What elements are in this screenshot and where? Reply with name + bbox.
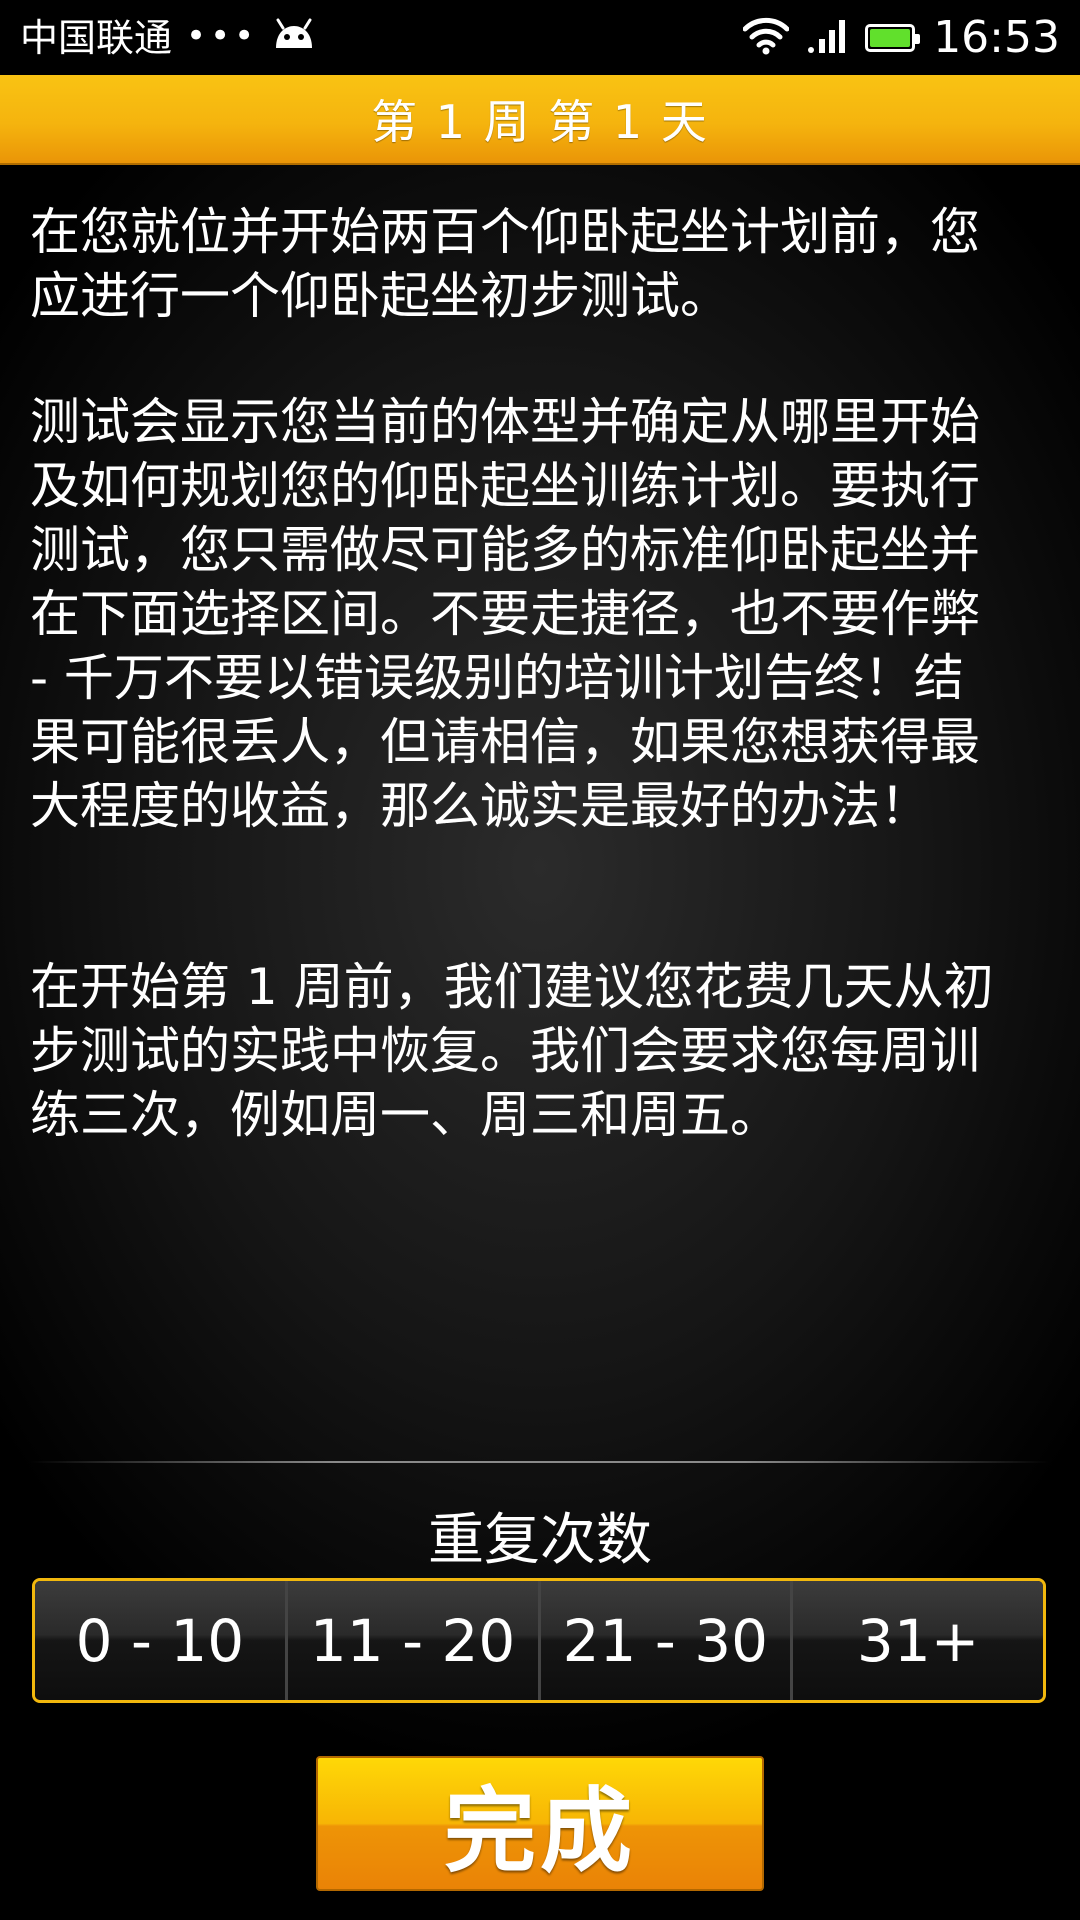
- main-content: 在您就位并开始两百个仰卧起坐计划前，您应进行一个仰卧起坐初步测试。 测试会显示您…: [0, 165, 1080, 1920]
- done-button[interactable]: 完成: [316, 1756, 764, 1891]
- range-button-0-10[interactable]: 0 - 10: [35, 1581, 288, 1700]
- carrier-name: 中国联通: [20, 15, 173, 60]
- title-bar: 第 1 周 第 1 天: [0, 75, 1080, 165]
- recovery-paragraph: 在开始第 1 周前，我们建议您花费几天从初步测试的实践中恢复。我们会要求您每周训…: [30, 958, 994, 1144]
- reps-label: 重复次数: [428, 1508, 652, 1573]
- range-button-21-30[interactable]: 21 - 30: [540, 1581, 794, 1700]
- android-icon: [272, 18, 316, 58]
- status-bar: 中国联通 ••• 16:53: [0, 0, 1080, 75]
- test-instructions-paragraph: 测试会显示您当前的体型并确定从哪里开始及如何规划您的仰卧起坐训练计划。要执行测试…: [30, 393, 980, 835]
- status-left: 中国联通 •••: [20, 0, 316, 75]
- battery-level: [870, 28, 911, 47]
- clock: 16:53: [933, 11, 1060, 63]
- battery-icon: [865, 23, 921, 52]
- signal-icon: [807, 18, 847, 58]
- done-button-label: 完成: [443, 1778, 636, 1885]
- range-button-31-plus[interactable]: 31+: [793, 1581, 1043, 1700]
- wifi-icon: [742, 17, 790, 59]
- divider: [30, 1461, 1050, 1463]
- status-right: 16:53: [742, 0, 1060, 75]
- range-button-11-20[interactable]: 11 - 20: [287, 1581, 541, 1700]
- notification-dots: •••: [186, 15, 259, 56]
- reps-range-selector: 0 - 10 11 - 20 21 - 30 31+: [32, 1578, 1046, 1703]
- page-title: 第 1 周 第 1 天: [371, 95, 709, 149]
- intro-paragraph: 在您就位并开始两百个仰卧起坐计划前，您应进行一个仰卧起坐初步测试。: [30, 203, 980, 325]
